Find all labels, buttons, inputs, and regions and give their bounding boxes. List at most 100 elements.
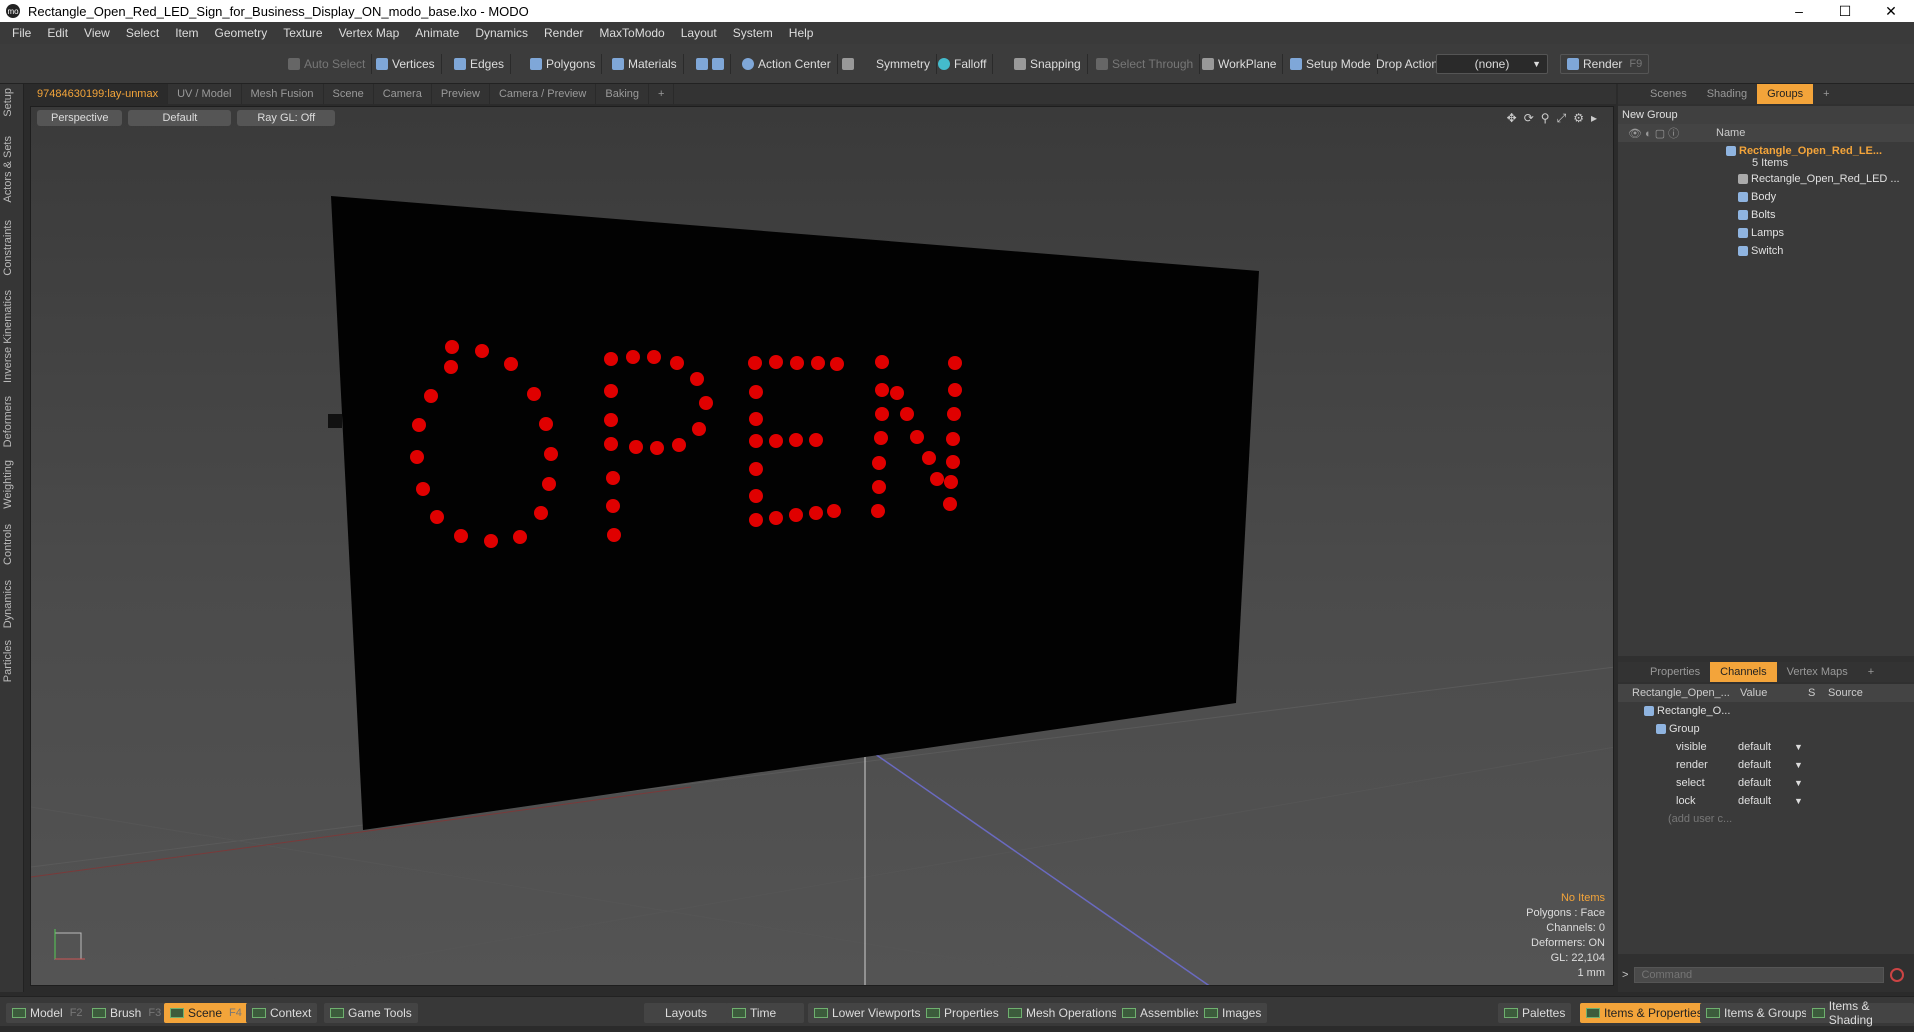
- dropdown-arrow-icon[interactable]: ▼: [1794, 792, 1803, 810]
- assemblies-button[interactable]: Assemblies: [1116, 1003, 1208, 1023]
- tab-mesh-fusion[interactable]: Mesh Fusion: [242, 84, 324, 104]
- tab-baking[interactable]: Baking: [596, 84, 650, 104]
- record-icon[interactable]: [1890, 968, 1905, 982]
- mesh-operations-button[interactable]: Mesh Operations: [1002, 1003, 1124, 1023]
- palettes-button[interactable]: Palettes: [1498, 1003, 1572, 1023]
- close-button[interactable]: ✕: [1868, 0, 1914, 22]
- tab-properties[interactable]: Properties: [1640, 662, 1710, 682]
- menu-item[interactable]: Item: [167, 26, 206, 40]
- viewport-menu-icon[interactable]: ▸: [1591, 111, 1597, 126]
- menu-dynamics[interactable]: Dynamics: [467, 26, 536, 40]
- group-child-row[interactable]: Lamps: [1618, 224, 1914, 242]
- tab-controls[interactable]: Controls: [2, 524, 22, 565]
- items-groups-button[interactable]: Items & Groups: [1700, 1003, 1814, 1023]
- add-tab-button[interactable]: +: [649, 84, 675, 104]
- symmetry-button[interactable]: Symmetry: [836, 54, 937, 74]
- channel-row[interactable]: select default ▼: [1618, 774, 1914, 792]
- game-tools-layout-button[interactable]: Game Tools: [324, 1003, 418, 1023]
- menu-render[interactable]: Render: [536, 26, 591, 40]
- tab-weighting[interactable]: Weighting: [2, 460, 22, 509]
- shading-style-button[interactable]: Default: [128, 110, 232, 126]
- time-button[interactable]: Time: [726, 1003, 804, 1023]
- 3d-viewport[interactable]: Perspective Default Ray GL: Off ✥ ⟳ ⚲ ⤢ …: [30, 106, 1614, 986]
- tab-camera-preview[interactable]: Camera / Preview: [490, 84, 597, 104]
- context-layout-button[interactable]: Context: [246, 1003, 318, 1023]
- command-input[interactable]: [1634, 967, 1885, 983]
- menu-vertex-map[interactable]: Vertex Map: [331, 26, 408, 40]
- menu-help[interactable]: Help: [781, 26, 822, 40]
- menu-system[interactable]: System: [725, 26, 781, 40]
- falloff-button[interactable]: Falloff: [932, 54, 994, 74]
- materials-button[interactable]: Materials: [606, 54, 684, 74]
- dropdown-arrow-icon[interactable]: ▼: [1794, 738, 1803, 756]
- drop-action-select[interactable]: (none) ▼: [1436, 54, 1548, 74]
- dropdown-arrow-icon[interactable]: ▼: [1794, 774, 1803, 792]
- maximize-button[interactable]: ☐: [1822, 0, 1868, 22]
- channel-value[interactable]: default: [1738, 738, 1771, 756]
- items-properties-button[interactable]: Items & Properties: [1580, 1003, 1709, 1023]
- add-panel-tab-button[interactable]: +: [1813, 84, 1839, 104]
- new-group-button[interactable]: New Group: [1618, 106, 1914, 124]
- menu-geometry[interactable]: Geometry: [207, 26, 276, 40]
- menu-texture[interactable]: Texture: [275, 26, 330, 40]
- channel-value[interactable]: default: [1738, 792, 1771, 810]
- group-child-row[interactable]: Rectangle_Open_Red_LED ...: [1618, 170, 1914, 188]
- add-props-tab-button[interactable]: +: [1858, 662, 1884, 682]
- minimize-button[interactable]: –: [1776, 0, 1822, 22]
- group-child-row[interactable]: Bolts: [1618, 206, 1914, 224]
- snapping-button[interactable]: Snapping: [1008, 54, 1088, 74]
- tab-channels[interactable]: Channels: [1710, 662, 1777, 682]
- select-mode-buttons[interactable]: [690, 54, 731, 74]
- group-child-row[interactable]: Switch: [1618, 242, 1914, 260]
- select-through-button[interactable]: Select Through: [1090, 54, 1201, 74]
- tab-scenes[interactable]: Scenes: [1640, 84, 1697, 104]
- channel-value[interactable]: default: [1738, 774, 1771, 792]
- tab-actors-sets[interactable]: Actors & Sets: [2, 136, 22, 203]
- lower-viewports-button[interactable]: Lower Viewports: [808, 1003, 927, 1023]
- tab-layout-unmax[interactable]: 97484630199:lay-unmax: [28, 84, 169, 104]
- action-center-button[interactable]: Action Center: [736, 54, 838, 74]
- edges-button[interactable]: Edges: [448, 54, 512, 74]
- properties-button[interactable]: Properties: [920, 1003, 1005, 1023]
- render-button[interactable]: Render F9: [1560, 54, 1650, 74]
- layouts-button[interactable]: Layouts: [644, 1003, 728, 1023]
- workplane-button[interactable]: WorkPlane: [1196, 54, 1284, 74]
- channel-row[interactable]: visible default ▼: [1618, 738, 1914, 756]
- menu-select[interactable]: Select: [118, 26, 167, 40]
- dropdown-arrow-icon[interactable]: ▼: [1794, 756, 1803, 774]
- vertices-button[interactable]: Vertices: [370, 54, 442, 74]
- fit-icon[interactable]: ⤢: [1557, 111, 1567, 126]
- menu-layout[interactable]: Layout: [673, 26, 725, 40]
- rotate-icon[interactable]: ⟳: [1524, 111, 1534, 126]
- channel-group-row[interactable]: Group: [1618, 720, 1914, 738]
- add-user-channel[interactable]: (add user c...: [1618, 810, 1914, 828]
- menu-animate[interactable]: Animate: [407, 26, 467, 40]
- tab-shading[interactable]: Shading: [1697, 84, 1757, 104]
- tab-deformers[interactable]: Deformers: [2, 396, 22, 447]
- viewport-settings-icon[interactable]: ⚙: [1573, 111, 1584, 126]
- zoom-icon[interactable]: ⚲: [1541, 111, 1550, 126]
- tab-preview[interactable]: Preview: [432, 84, 490, 104]
- brush-layout-button[interactable]: Brush F3: [86, 1003, 168, 1023]
- tab-uv-model[interactable]: UV / Model: [168, 84, 242, 104]
- menu-view[interactable]: View: [76, 26, 118, 40]
- polygons-button[interactable]: Polygons: [524, 54, 603, 74]
- menu-file[interactable]: File: [4, 26, 39, 40]
- tab-scene[interactable]: Scene: [324, 84, 374, 104]
- tab-inverse-kinematics[interactable]: Inverse Kinematics: [2, 290, 22, 383]
- model-layout-button[interactable]: Model F2: [6, 1003, 89, 1023]
- menu-edit[interactable]: Edit: [39, 26, 76, 40]
- images-button[interactable]: Images: [1198, 1003, 1268, 1023]
- tab-setup[interactable]: Setup: [2, 88, 22, 117]
- auto-select-button[interactable]: Auto Select: [282, 54, 373, 74]
- tab-groups[interactable]: Groups: [1757, 84, 1814, 104]
- view-type-button[interactable]: Perspective: [37, 110, 123, 126]
- channel-row[interactable]: render default ▼: [1618, 756, 1914, 774]
- tab-constraints[interactable]: Constraints: [2, 220, 22, 276]
- group-child-row[interactable]: Body: [1618, 188, 1914, 206]
- channel-value[interactable]: default: [1738, 756, 1771, 774]
- channel-row[interactable]: lock default ▼: [1618, 792, 1914, 810]
- tab-particles[interactable]: Particles: [2, 640, 22, 682]
- scene-layout-button[interactable]: Scene F4: [164, 1003, 248, 1023]
- items-shading-button[interactable]: Items & Shading: [1806, 999, 1914, 1027]
